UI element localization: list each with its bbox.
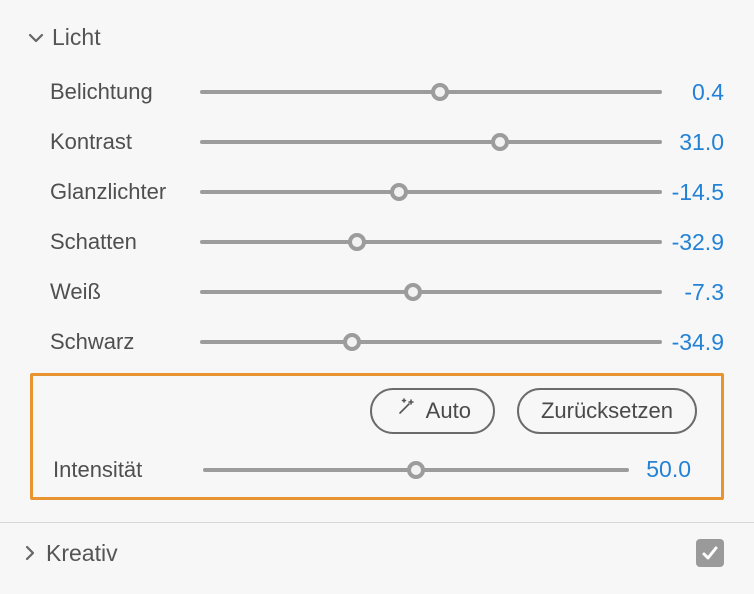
slider-schwarz[interactable] bbox=[200, 340, 666, 344]
slider-label: Schwarz bbox=[50, 329, 200, 355]
slider-label: Weiß bbox=[50, 279, 200, 305]
slider-value[interactable]: 50.0 bbox=[633, 456, 721, 483]
slider-thumb[interactable] bbox=[404, 283, 422, 301]
reset-button-label: Zurücksetzen bbox=[541, 398, 673, 424]
slider-value[interactable]: -14.5 bbox=[666, 179, 754, 206]
auto-intensity-highlight: Auto Zurücksetzen Intensität 50.0 bbox=[30, 373, 724, 500]
slider-row-glanzlichter: Glanzlichter -14.5 bbox=[50, 167, 754, 217]
slider-schatten[interactable] bbox=[200, 240, 666, 244]
licht-section-header[interactable]: Licht bbox=[0, 18, 754, 67]
slider-kontrast[interactable] bbox=[200, 140, 666, 144]
slider-value[interactable]: -32.9 bbox=[666, 229, 754, 256]
slider-label: Kontrast bbox=[50, 129, 200, 155]
reset-button[interactable]: Zurücksetzen bbox=[517, 388, 697, 434]
auto-button[interactable]: Auto bbox=[370, 388, 495, 434]
slider-thumb[interactable] bbox=[348, 233, 366, 251]
slider-thumb[interactable] bbox=[390, 183, 408, 201]
kreativ-section-header[interactable]: Kreativ bbox=[0, 523, 754, 567]
slider-thumb[interactable] bbox=[407, 461, 425, 479]
slider-glanzlichter[interactable] bbox=[200, 190, 666, 194]
licht-section-title: Licht bbox=[52, 24, 101, 51]
slider-label: Glanzlichter bbox=[50, 179, 200, 205]
slider-row-schwarz: Schwarz -34.9 bbox=[50, 317, 754, 367]
slider-intensitaet[interactable] bbox=[203, 468, 633, 472]
kreativ-checkbox[interactable] bbox=[696, 539, 724, 567]
slider-row-intensitaet: Intensität 50.0 bbox=[53, 448, 721, 483]
slider-row-belichtung: Belichtung 0.4 bbox=[50, 67, 754, 117]
slider-row-weiss: Weiß -7.3 bbox=[50, 267, 754, 317]
magic-wand-icon bbox=[394, 397, 416, 425]
slider-belichtung[interactable] bbox=[200, 90, 666, 94]
auto-reset-buttons: Auto Zurücksetzen bbox=[53, 388, 721, 448]
slider-label: Intensität bbox=[53, 457, 203, 483]
slider-label: Schatten bbox=[50, 229, 200, 255]
slider-thumb[interactable] bbox=[491, 133, 509, 151]
licht-sliders: Belichtung 0.4 Kontrast 31.0 Glanzlichte… bbox=[0, 67, 754, 367]
slider-value[interactable]: -34.9 bbox=[666, 329, 754, 356]
kreativ-section-title: Kreativ bbox=[46, 540, 118, 567]
chevron-right-icon bbox=[20, 543, 40, 563]
slider-weiss[interactable] bbox=[200, 290, 666, 294]
slider-value[interactable]: 31.0 bbox=[666, 129, 754, 156]
slider-row-schatten: Schatten -32.9 bbox=[50, 217, 754, 267]
chevron-down-icon bbox=[26, 28, 46, 48]
slider-thumb[interactable] bbox=[343, 333, 361, 351]
slider-value[interactable]: 0.4 bbox=[666, 79, 754, 106]
slider-label: Belichtung bbox=[50, 79, 200, 105]
auto-button-label: Auto bbox=[426, 398, 471, 424]
slider-thumb[interactable] bbox=[431, 83, 449, 101]
slider-row-kontrast: Kontrast 31.0 bbox=[50, 117, 754, 167]
slider-value[interactable]: -7.3 bbox=[666, 279, 754, 306]
adjustments-panel: Licht Belichtung 0.4 Kontrast 31.0 Glanz… bbox=[0, 0, 754, 567]
